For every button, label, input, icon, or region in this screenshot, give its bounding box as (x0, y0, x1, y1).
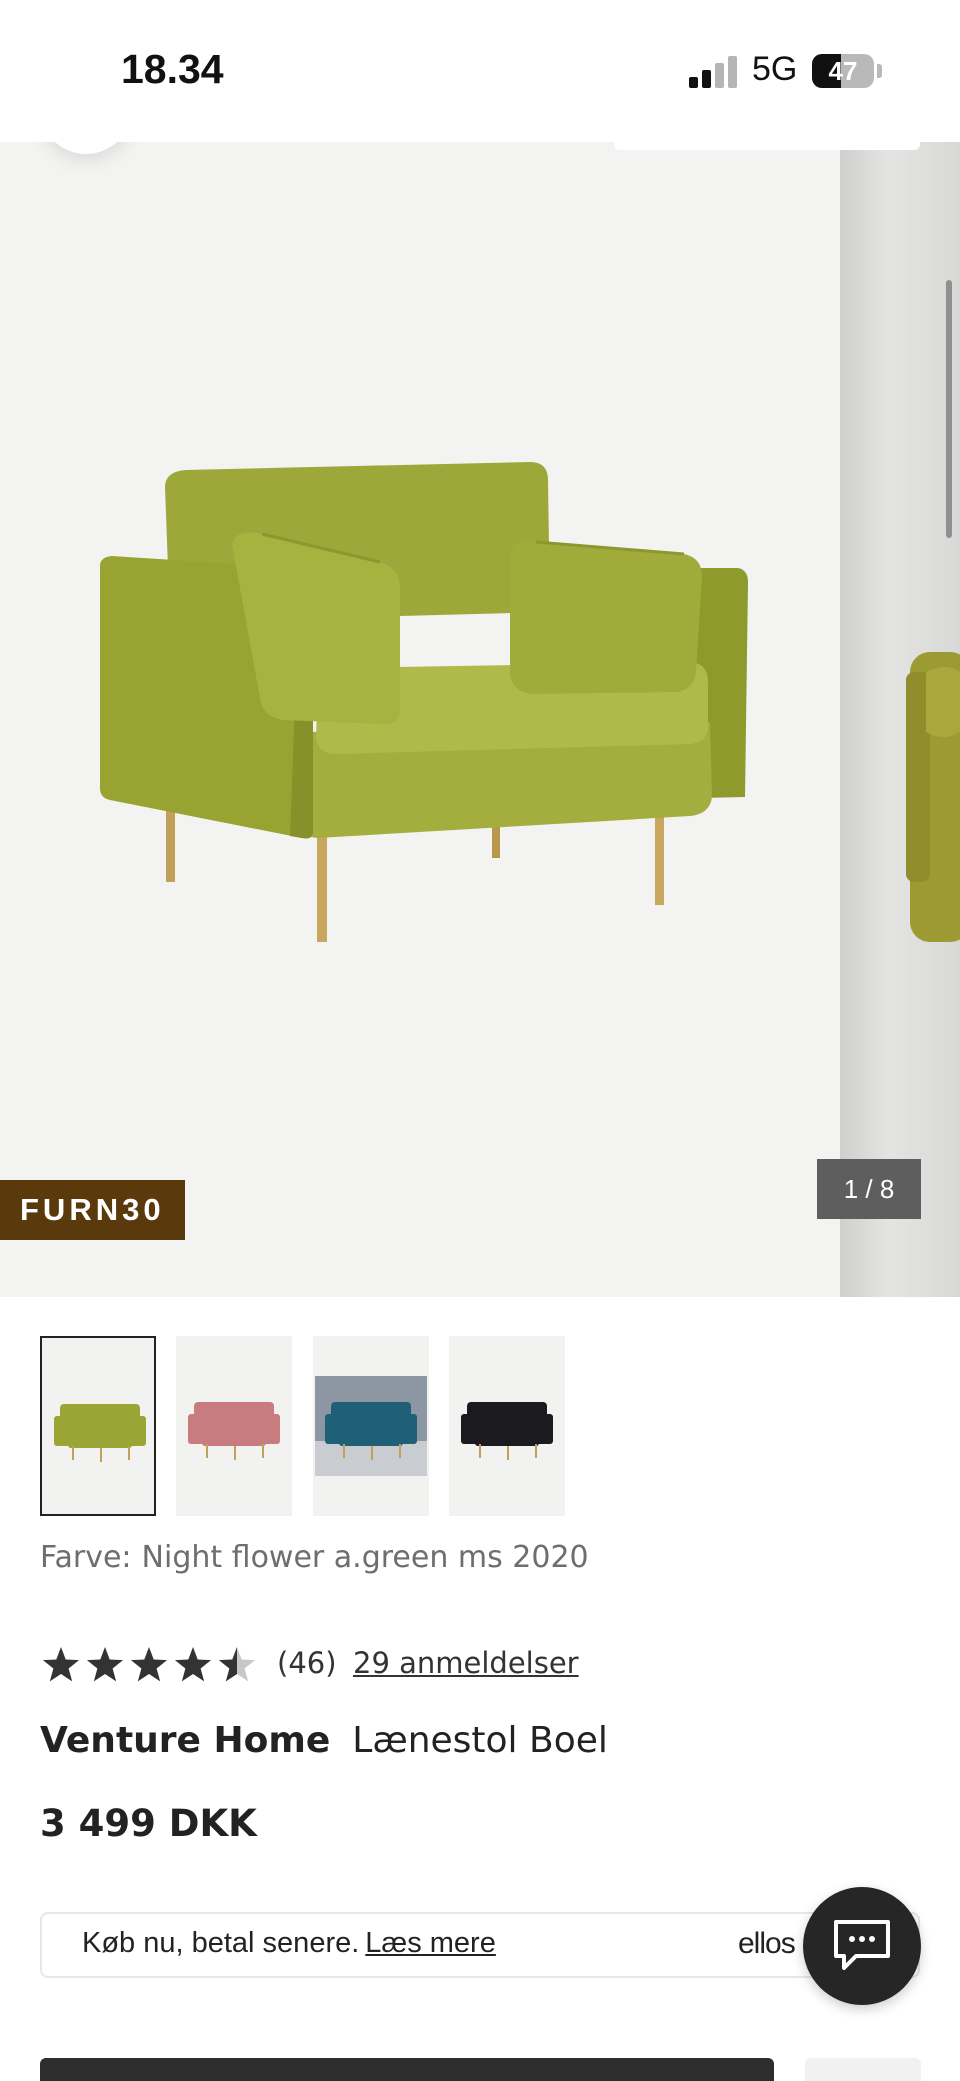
star-icon (86, 1647, 124, 1682)
product-title: Venture Home Lænestol Boel (40, 1720, 608, 1761)
reviews-link[interactable]: 29 anmeldelser (353, 1646, 579, 1680)
promo-code-badge: FURN30 (0, 1180, 185, 1240)
add-to-cart-button[interactable] (40, 2058, 774, 2081)
swatch-pink[interactable] (176, 1336, 292, 1516)
battery-nub (877, 64, 882, 78)
swatch-blue[interactable] (313, 1336, 429, 1516)
signal-icon (689, 56, 737, 88)
swatch-green[interactable] (40, 1336, 156, 1516)
star-icon (130, 1647, 168, 1682)
star-icon (42, 1647, 80, 1682)
next-slide-preview[interactable] (840, 142, 960, 1297)
swatch-black[interactable] (449, 1336, 565, 1516)
status-time: 18.34 (121, 46, 224, 92)
financing-text: Køb nu, betal senere. Læs mere (82, 1927, 496, 1960)
chevron-left-icon (40, 142, 132, 154)
chat-bubble-icon (834, 1920, 890, 1970)
financing-message: Køb nu, betal senere. (82, 1927, 360, 1959)
rating-count: (46) (277, 1646, 337, 1680)
color-label: Farve: Night flower a.green ms 2020 (40, 1540, 589, 1575)
swatch-chair-icon (188, 1402, 280, 1460)
status-bar: 18.34 5G 47 (0, 0, 960, 142)
battery-icon: 47 (812, 54, 874, 88)
slide-counter: 1 / 8 (817, 1159, 921, 1219)
favorite-button[interactable] (805, 2058, 921, 2081)
financing-read-more-link[interactable]: Læs mere (365, 1927, 496, 1959)
scroll-indicator[interactable] (946, 280, 952, 538)
image-gallery[interactable]: FURN30 1 / 8 (0, 142, 960, 1297)
battery-level: 47 (828, 56, 858, 86)
rating-stars (42, 1647, 256, 1682)
color-label-value: Night flower a.green ms 2020 (141, 1540, 589, 1575)
product-price: 3 499 DKK (40, 1802, 257, 1845)
swatch-chair-icon (461, 1402, 553, 1460)
swatch-chair-icon (54, 1404, 146, 1462)
top-action-pill[interactable] (614, 142, 920, 150)
product-page: 18.34 5G 47 FURN30 1 / 8 Farve: Night fl… (0, 0, 960, 2081)
star-icon (174, 1647, 212, 1682)
financing-provider-logo: ellos (738, 1927, 796, 1960)
next-slide-image (906, 652, 960, 942)
network-type: 5G (752, 50, 798, 88)
product-brand[interactable]: Venture Home (40, 1720, 330, 1761)
product-name: Lænestol Boel (352, 1720, 608, 1761)
color-label-key: Farve: (40, 1540, 132, 1575)
financing-banner: Køb nu, betal senere. Læs mere ellos (40, 1912, 920, 1978)
swatch-chair-icon (315, 1376, 427, 1476)
back-button[interactable] (40, 142, 132, 154)
product-image (100, 462, 748, 942)
chat-button[interactable] (803, 1887, 921, 2005)
